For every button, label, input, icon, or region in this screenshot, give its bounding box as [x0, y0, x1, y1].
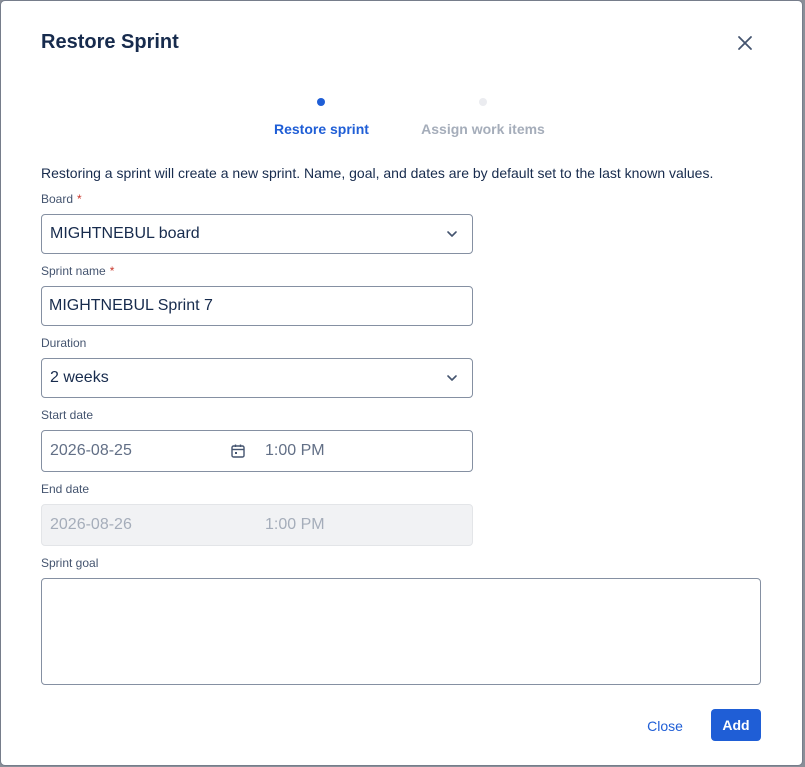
- chevron-down-icon: [440, 222, 464, 246]
- sprint-name-input[interactable]: MIGHTNEBUL Sprint 7: [41, 286, 473, 326]
- close-button[interactable]: Close: [637, 710, 693, 742]
- board-select-value: MIGHTNEBUL board: [50, 225, 200, 242]
- step-dot-active: [317, 98, 325, 106]
- step-restore-sprint: Restore sprint: [274, 98, 369, 137]
- sprint-name-value: MIGHTNEBUL Sprint 7: [49, 297, 213, 314]
- sprint-name-label: Sprint name *: [41, 264, 114, 278]
- start-date-input[interactable]: 2026-08-25: [50, 431, 132, 471]
- calendar-icon[interactable]: [228, 431, 248, 471]
- close-icon[interactable]: [733, 31, 757, 55]
- board-select[interactable]: MIGHTNEBUL board: [41, 214, 473, 254]
- duration-label: Duration: [41, 336, 87, 350]
- step-dot-inactive: [479, 98, 487, 106]
- step-label: Restore sprint: [274, 121, 369, 137]
- dialog-title: Restore Sprint: [41, 31, 179, 53]
- duration-select[interactable]: 2 weeks: [41, 358, 473, 398]
- sprint-goal-textarea[interactable]: [41, 578, 761, 685]
- duration-select-value: 2 weeks: [50, 369, 109, 386]
- step-assign-work-items: Assign work items: [421, 98, 545, 137]
- start-date-label: Start date: [41, 408, 94, 422]
- board-label: Board *: [41, 192, 82, 206]
- required-mark: *: [109, 264, 115, 278]
- chevron-down-icon: [440, 366, 464, 390]
- step-label: Assign work items: [421, 121, 545, 137]
- start-time-input[interactable]: 1:00 PM: [265, 431, 325, 471]
- end-date-field: 2026-08-26 1:00 PM: [41, 504, 473, 546]
- restore-sprint-dialog: Restore Sprint Restore sprint Assign wor…: [1, 1, 802, 765]
- required-mark: *: [77, 192, 82, 206]
- start-date-field: 2026-08-25 1:00 PM: [41, 430, 473, 472]
- end-time-value: 1:00 PM: [265, 516, 325, 533]
- add-button[interactable]: Add: [711, 709, 761, 741]
- sprint-goal-label: Sprint goal: [41, 556, 99, 570]
- end-date-value: 2026-08-26: [50, 516, 132, 533]
- end-date-label: End date: [41, 482, 90, 496]
- sprint-name-label-text: Sprint name: [41, 264, 106, 278]
- intro-text: Restoring a sprint will create a new spr…: [41, 165, 714, 181]
- board-label-text: Board: [41, 192, 74, 206]
